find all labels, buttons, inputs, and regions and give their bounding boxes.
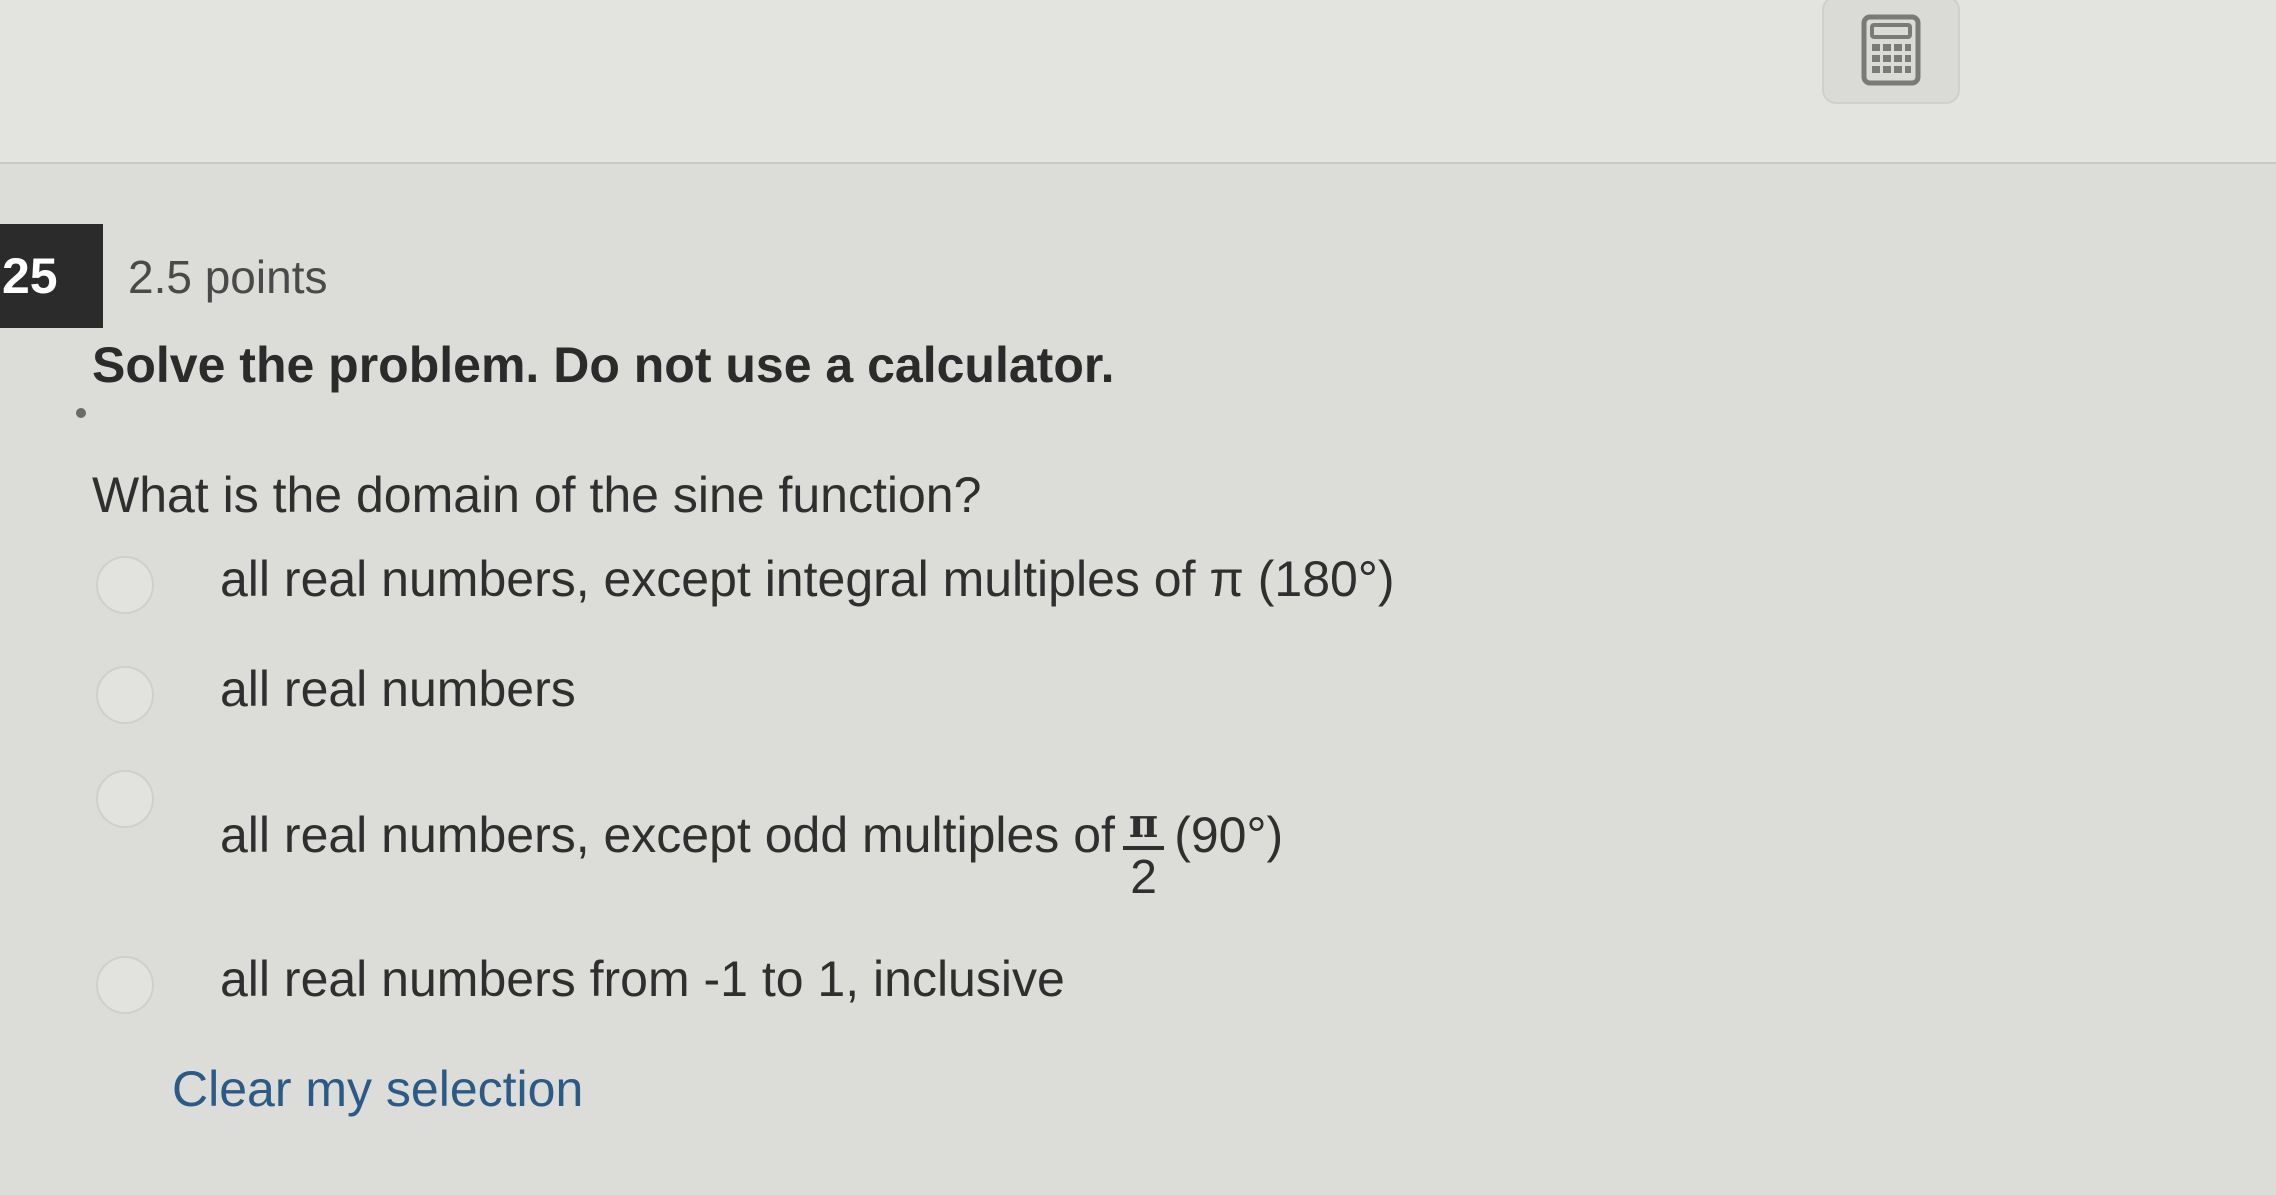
question-prompt: What is the domain of the sine function?	[92, 467, 982, 523]
option-label: all real numbers	[220, 661, 576, 717]
option-label-suffix: (90°)	[1174, 807, 1284, 864]
fraction-numerator: π	[1122, 804, 1165, 850]
radio-button[interactable]	[96, 666, 154, 724]
radio-button[interactable]	[96, 556, 154, 614]
answer-option-3[interactable]: all real numbers, except odd multiples o…	[96, 770, 1283, 902]
question-number-badge: 25	[0, 224, 103, 328]
answer-option-4[interactable]: all real numbers from -1 to 1, inclusive	[96, 951, 1065, 1014]
decorative-dot	[76, 408, 86, 418]
question-number: 25	[2, 248, 58, 304]
calculator-icon	[1861, 14, 1921, 86]
option-label: all real numbers from -1 to 1, inclusive	[220, 951, 1065, 1007]
pi-over-2-fraction: π2	[1122, 804, 1165, 904]
radio-button[interactable]	[96, 956, 154, 1014]
clear-selection-link[interactable]: Clear my selection	[172, 1060, 583, 1118]
radio-button[interactable]	[96, 770, 154, 828]
calculator-button[interactable]	[1822, 0, 1960, 104]
fraction-denominator: 2	[1130, 851, 1157, 904]
top-bar	[0, 0, 2276, 164]
option-label-text: all real numbers, except odd multiples o…	[220, 807, 1115, 864]
answer-option-2[interactable]: all real numbers	[96, 661, 576, 724]
question-points: 2.5 points	[128, 251, 328, 303]
question-instruction: Solve the problem. Do not use a calculat…	[92, 337, 1115, 393]
option-label: all real numbers, except odd multiples o…	[220, 790, 1284, 902]
answer-option-1[interactable]: all real numbers, except integral multip…	[96, 551, 1394, 614]
option-label: all real numbers, except integral multip…	[220, 551, 1395, 607]
